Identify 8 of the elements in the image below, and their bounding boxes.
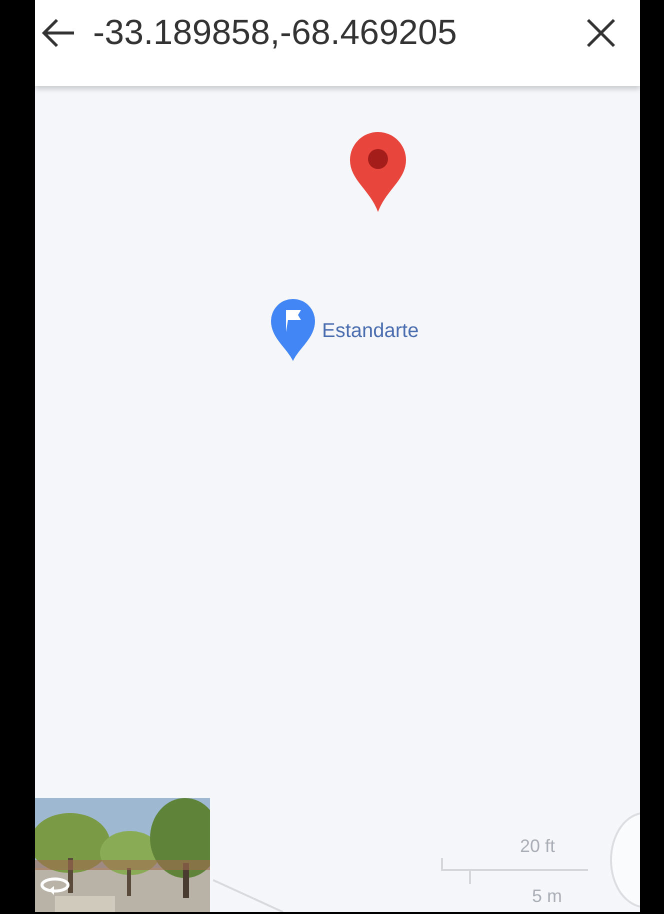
place-label[interactable]: Estandarte [322,316,419,346]
scale-label: 20 ft [520,836,556,856]
map-pin-icon[interactable] [348,130,408,214]
place-marker-icon[interactable] [270,298,316,362]
back-arrow-icon [40,17,76,49]
close-icon [585,17,617,49]
scale-label: 5 m [532,886,562,906]
rotate-icon [39,876,71,896]
